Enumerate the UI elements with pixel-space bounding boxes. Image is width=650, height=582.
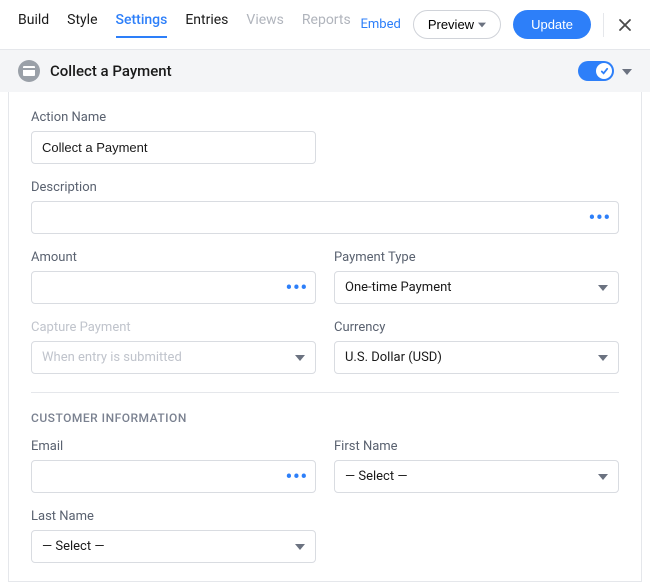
preview-button[interactable]: Preview (413, 10, 501, 39)
chevron-down-icon (478, 21, 486, 29)
payment-icon (18, 60, 40, 82)
accordion-chevron[interactable] (622, 63, 632, 79)
capture-payment-label: Capture Payment (31, 320, 316, 335)
first-name-label: First Name (334, 439, 619, 454)
chevron-down-icon (622, 69, 632, 75)
tab-build[interactable]: Build (18, 12, 49, 38)
currency-label: Currency (334, 320, 619, 335)
action-enabled-toggle[interactable] (578, 61, 614, 81)
amount-label: Amount (31, 250, 316, 265)
email-menu-icon[interactable]: ••• (286, 466, 308, 487)
close-button[interactable] (603, 13, 632, 37)
section-divider (31, 392, 619, 393)
description-input[interactable] (31, 201, 619, 234)
accordion-title: Collect a Payment (50, 62, 172, 80)
accordion-header[interactable]: Collect a Payment (0, 50, 650, 92)
action-name-label: Action Name (31, 110, 316, 125)
amount-input[interactable] (31, 271, 316, 304)
capture-payment-select: When entry is submitted (31, 341, 316, 374)
close-icon (618, 18, 632, 32)
customer-info-heading: CUSTOMER INFORMATION (31, 411, 619, 425)
check-icon (600, 67, 609, 76)
last-name-label: Last Name (31, 509, 316, 524)
tab-views[interactable]: Views (246, 12, 284, 38)
payment-type-label: Payment Type (334, 250, 619, 265)
last-name-select[interactable]: — Select — (31, 530, 316, 563)
email-label: Email (31, 439, 316, 454)
first-name-select[interactable]: — Select — (334, 460, 619, 493)
settings-panel: Action Name Description ••• Amount ••• P… (8, 92, 642, 582)
description-label: Description (31, 180, 619, 195)
description-menu-icon[interactable]: ••• (589, 207, 611, 228)
amount-menu-icon[interactable]: ••• (286, 277, 308, 298)
preview-button-label: Preview (428, 17, 474, 32)
tab-entries[interactable]: Entries (185, 12, 228, 38)
action-name-input[interactable] (31, 131, 316, 164)
top-tabs: Build Style Settings Entries Views Repor… (18, 12, 351, 38)
email-input[interactable] (31, 460, 316, 493)
currency-select[interactable]: U.S. Dollar (USD) (334, 341, 619, 374)
tab-reports[interactable]: Reports (302, 12, 351, 38)
payment-type-select[interactable]: One-time Payment (334, 271, 619, 304)
tab-style[interactable]: Style (67, 12, 97, 38)
tab-settings[interactable]: Settings (116, 12, 168, 38)
update-button[interactable]: Update (513, 10, 591, 39)
embed-link[interactable]: Embed (361, 17, 401, 32)
toggle-knob (596, 63, 612, 79)
